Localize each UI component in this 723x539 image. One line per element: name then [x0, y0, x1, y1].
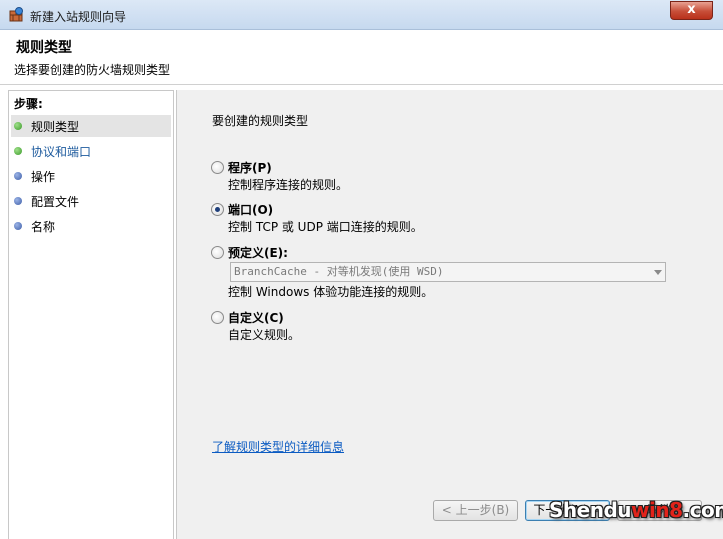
back-button[interactable]: < 上一步(B)	[433, 500, 518, 521]
option-description: 自定义规则。	[228, 328, 301, 342]
step-label: 操作	[31, 169, 56, 184]
step-dot-icon	[14, 172, 22, 180]
page-subtitle: 选择要创建的防火墙规则类型	[14, 63, 171, 77]
predefined-select[interactable]: BranchCache - 对等机发现(使用 WSD)	[230, 262, 666, 282]
step-dot-icon	[14, 147, 22, 155]
chevron-down-icon	[654, 270, 662, 275]
step-action: 操作	[11, 165, 171, 187]
watermark-text: .com	[682, 498, 723, 522]
step-label: 协议和端口	[31, 144, 92, 159]
option-title: 程序(P)	[228, 161, 272, 175]
step-label: 规则类型	[31, 119, 80, 134]
wizard-content: 要创建的规则类型 程序(P) 控制程序连接的规则。 端口(O) 控制 TCP 或…	[176, 90, 723, 539]
step-label: 配置文件	[31, 194, 80, 209]
close-button[interactable]: x	[670, 1, 713, 20]
firewall-app-icon	[9, 7, 23, 22]
radio-port[interactable]	[211, 203, 224, 216]
option-description: 控制 Windows 体验功能连接的规则。	[228, 285, 434, 299]
radio-custom[interactable]	[211, 311, 224, 324]
step-profile: 配置文件	[11, 190, 171, 212]
close-icon: x	[687, 2, 696, 17]
step-dot-icon	[14, 122, 22, 130]
steps-heading: 步骤:	[14, 97, 43, 111]
site-watermark: Shenduwin8.com	[549, 498, 723, 522]
step-name: 名称	[11, 215, 171, 237]
window-title: 新建入站规则向导	[30, 10, 127, 24]
step-label: 名称	[31, 219, 56, 234]
option-title: 端口(O)	[228, 203, 274, 217]
page-title: 规则类型	[16, 40, 72, 56]
rule-type-question: 要创建的规则类型	[212, 114, 309, 128]
step-rule-type[interactable]: 规则类型	[11, 115, 171, 137]
option-title: 自定义(C)	[228, 311, 284, 325]
watermark-text: win8	[631, 498, 683, 522]
predefined-select-value: BranchCache - 对等机发现(使用 WSD)	[234, 265, 444, 278]
step-dot-icon	[14, 197, 22, 205]
learn-more-link[interactable]: 了解规则类型的详细信息	[212, 438, 344, 455]
title-bar: 新建入站规则向导 x	[0, 0, 723, 30]
option-title: 预定义(E):	[228, 246, 288, 260]
step-protocol-ports[interactable]: 协议和端口	[11, 140, 171, 162]
watermark-text: Shendu	[549, 498, 632, 522]
wizard-header: 规则类型 选择要创建的防火墙规则类型	[0, 30, 723, 85]
option-description: 控制程序连接的规则。	[228, 178, 349, 192]
radio-predefined[interactable]	[211, 246, 224, 259]
steps-sidebar: 步骤: 规则类型 协议和端口 操作 配置文件 名称	[8, 90, 174, 539]
step-dot-icon	[14, 222, 22, 230]
radio-program[interactable]	[211, 161, 224, 174]
option-description: 控制 TCP 或 UDP 端口连接的规则。	[228, 220, 423, 234]
